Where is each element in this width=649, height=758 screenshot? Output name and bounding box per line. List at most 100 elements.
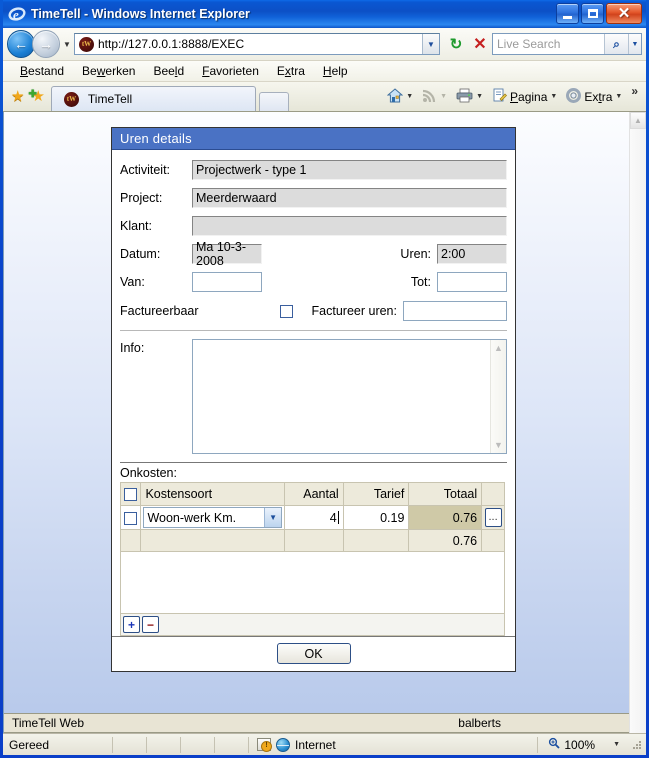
minimize-button[interactable] — [556, 3, 579, 24]
col-kostensoort[interactable]: Kostensoort — [140, 482, 286, 506]
menu-extra[interactable]: Extra — [268, 64, 314, 78]
ok-button[interactable]: OK — [276, 643, 351, 664]
project-label: Project: — [120, 191, 163, 205]
page-scroll-up-icon[interactable]: ▲ — [630, 112, 646, 129]
row-select-cell[interactable] — [119, 505, 142, 530]
row-checkbox[interactable] — [124, 511, 138, 525]
status-gap-2 — [147, 736, 181, 753]
page-scrollbar[interactable]: ▲ — [629, 112, 646, 733]
internet-explorer-icon: e — [8, 5, 26, 23]
tab-timetell[interactable]: tW TimeTell — [50, 86, 256, 111]
page-scroll-track[interactable] — [630, 129, 646, 733]
info-textarea[interactable]: ▲ ▼ — [192, 339, 507, 454]
dialog-title: Uren details — [112, 128, 515, 150]
summary-kostensoort-cell — [140, 529, 286, 552]
col-totaal[interactable]: Totaal — [408, 482, 483, 506]
zoom-level-label: 100% — [564, 737, 596, 752]
close-button[interactable]: ✕ — [606, 3, 642, 24]
page-footer-username: balberts — [458, 716, 501, 730]
dialog-footer: OK — [112, 636, 515, 671]
tools-caret-icon: ▼ — [615, 93, 623, 100]
kostensoort-cell[interactable]: Woon-werk Km. ▼ — [140, 505, 286, 530]
klant-field — [192, 216, 507, 236]
table-toolbar: + − — [120, 614, 505, 636]
col-tarief[interactable]: Tarief — [342, 482, 410, 506]
aantal-cell[interactable]: 4 — [284, 505, 344, 530]
totaal-cell: 0.76 — [408, 505, 483, 530]
select-all-header[interactable] — [119, 482, 142, 506]
title-bar: e TimeTell - Windows Internet Explorer ✕ — [3, 0, 646, 28]
table-header-row: Kostensoort Aantal Tarief Totaal — [119, 482, 505, 506]
scroll-up-icon[interactable]: ▲ — [491, 340, 506, 356]
table-row: Woon-werk Km. ▼ 4 0.19 0.76 ... — [119, 505, 505, 530]
tab-bar: ★ ✚ ★ tW TimeTell ▼ ▼ ▼ Pagina ▼ Extra ▼… — [3, 82, 646, 112]
globe-icon — [276, 737, 290, 752]
summary-check-cell — [119, 529, 142, 552]
col-aantal[interactable]: Aantal — [284, 482, 344, 506]
zoom-control[interactable]: 100% ▼ — [537, 736, 630, 753]
web-page-content: Uren details Activiteit: Projectwerk - t… — [3, 112, 629, 733]
scroll-down-icon[interactable]: ▼ — [491, 437, 506, 453]
page-menu-button[interactable]: Pagina ▼ — [488, 85, 561, 109]
command-overflow-icon[interactable]: » — [627, 84, 642, 98]
favorites-center-icon[interactable]: ★ — [11, 89, 24, 104]
menu-favorieten[interactable]: Favorieten — [193, 64, 268, 78]
search-icon[interactable]: ⌕ — [604, 34, 628, 54]
row-detail-button[interactable]: ... — [484, 508, 502, 527]
site-favicon: tW — [79, 36, 94, 52]
menu-bewerken[interactable]: Bewerken — [73, 64, 144, 78]
menu-beeld[interactable]: Beeld — [144, 64, 193, 78]
browser-client-area: ← → ▼ tW http://127.0.0.1:8888/EXEC ▼ ↻ … — [3, 28, 646, 755]
add-row-button[interactable]: + — [123, 616, 140, 633]
new-tab-button[interactable] — [258, 92, 289, 111]
maximize-button[interactable] — [581, 3, 604, 24]
van-input[interactable] — [192, 272, 262, 292]
tarief-cell[interactable]: 0.19 — [342, 505, 410, 530]
menu-bestand[interactable]: Bestand — [11, 64, 73, 78]
address-dropdown-icon[interactable]: ▼ — [422, 34, 439, 54]
home-caret-icon: ▼ — [406, 93, 414, 100]
tools-menu-button[interactable]: Extra ▼ — [562, 85, 626, 109]
row-detail-cell[interactable]: ... — [481, 505, 505, 530]
search-box[interactable]: Live Search ⌕ ▼ — [492, 33, 642, 55]
command-bar: ▼ ▼ ▼ Pagina ▼ Extra ▼ » — [383, 82, 646, 111]
home-button[interactable]: ▼ — [383, 85, 417, 109]
datum-label: Datum: — [120, 247, 161, 261]
history-dropdown-button[interactable]: ▼ — [60, 40, 74, 49]
stop-icon: ✕ — [473, 36, 487, 53]
add-to-favorites-icon[interactable]: ✚ ★ — [28, 89, 44, 104]
kostensoort-select[interactable]: Woon-werk Km. ▼ — [143, 507, 283, 528]
back-button[interactable]: ← — [7, 30, 35, 58]
uren-label: Uren: — [400, 247, 431, 261]
remove-row-button[interactable]: − — [142, 616, 159, 633]
info-scrollbar[interactable]: ▲ ▼ — [490, 340, 506, 453]
security-zone[interactable]: Internet — [249, 737, 537, 753]
menu-help[interactable]: Help — [314, 64, 357, 78]
info-textarea-value[interactable] — [193, 340, 490, 453]
field-row-klant: Klant: — [120, 212, 507, 240]
forward-button[interactable]: → — [32, 30, 60, 58]
security-zone-label: Internet — [295, 737, 336, 752]
search-provider-caret-icon[interactable]: ▼ — [628, 34, 641, 54]
refresh-button[interactable]: ↻ — [444, 32, 468, 56]
page-viewport: Uren details Activiteit: Projectwerk - t… — [3, 112, 646, 733]
stop-button[interactable]: ✕ — [468, 32, 492, 56]
page-menu-label: Pagina — [510, 89, 548, 104]
resize-grip[interactable] — [630, 738, 644, 752]
search-input[interactable]: Live Search — [493, 37, 604, 51]
select-all-checkbox[interactable] — [124, 488, 138, 502]
feeds-button[interactable]: ▼ — [418, 85, 451, 109]
chevron-down-icon[interactable]: ▼ — [264, 508, 282, 527]
refresh-icon: ↻ — [449, 36, 463, 53]
status-text: Gereed — [3, 736, 113, 753]
scroll-track[interactable] — [491, 356, 506, 437]
factureer-uren-input[interactable] — [403, 301, 507, 321]
info-label: Info: — [120, 341, 145, 355]
address-bar[interactable]: tW http://127.0.0.1:8888/EXEC ▼ — [74, 33, 440, 55]
zoom-caret-icon[interactable]: ▼ — [613, 741, 620, 748]
address-input[interactable]: http://127.0.0.1:8888/EXEC — [98, 37, 422, 51]
print-button[interactable]: ▼ — [452, 85, 487, 109]
tot-input[interactable] — [437, 272, 507, 292]
window-title: TimeTell - Windows Internet Explorer — [31, 7, 250, 21]
factureerbaar-checkbox[interactable] — [280, 304, 293, 318]
